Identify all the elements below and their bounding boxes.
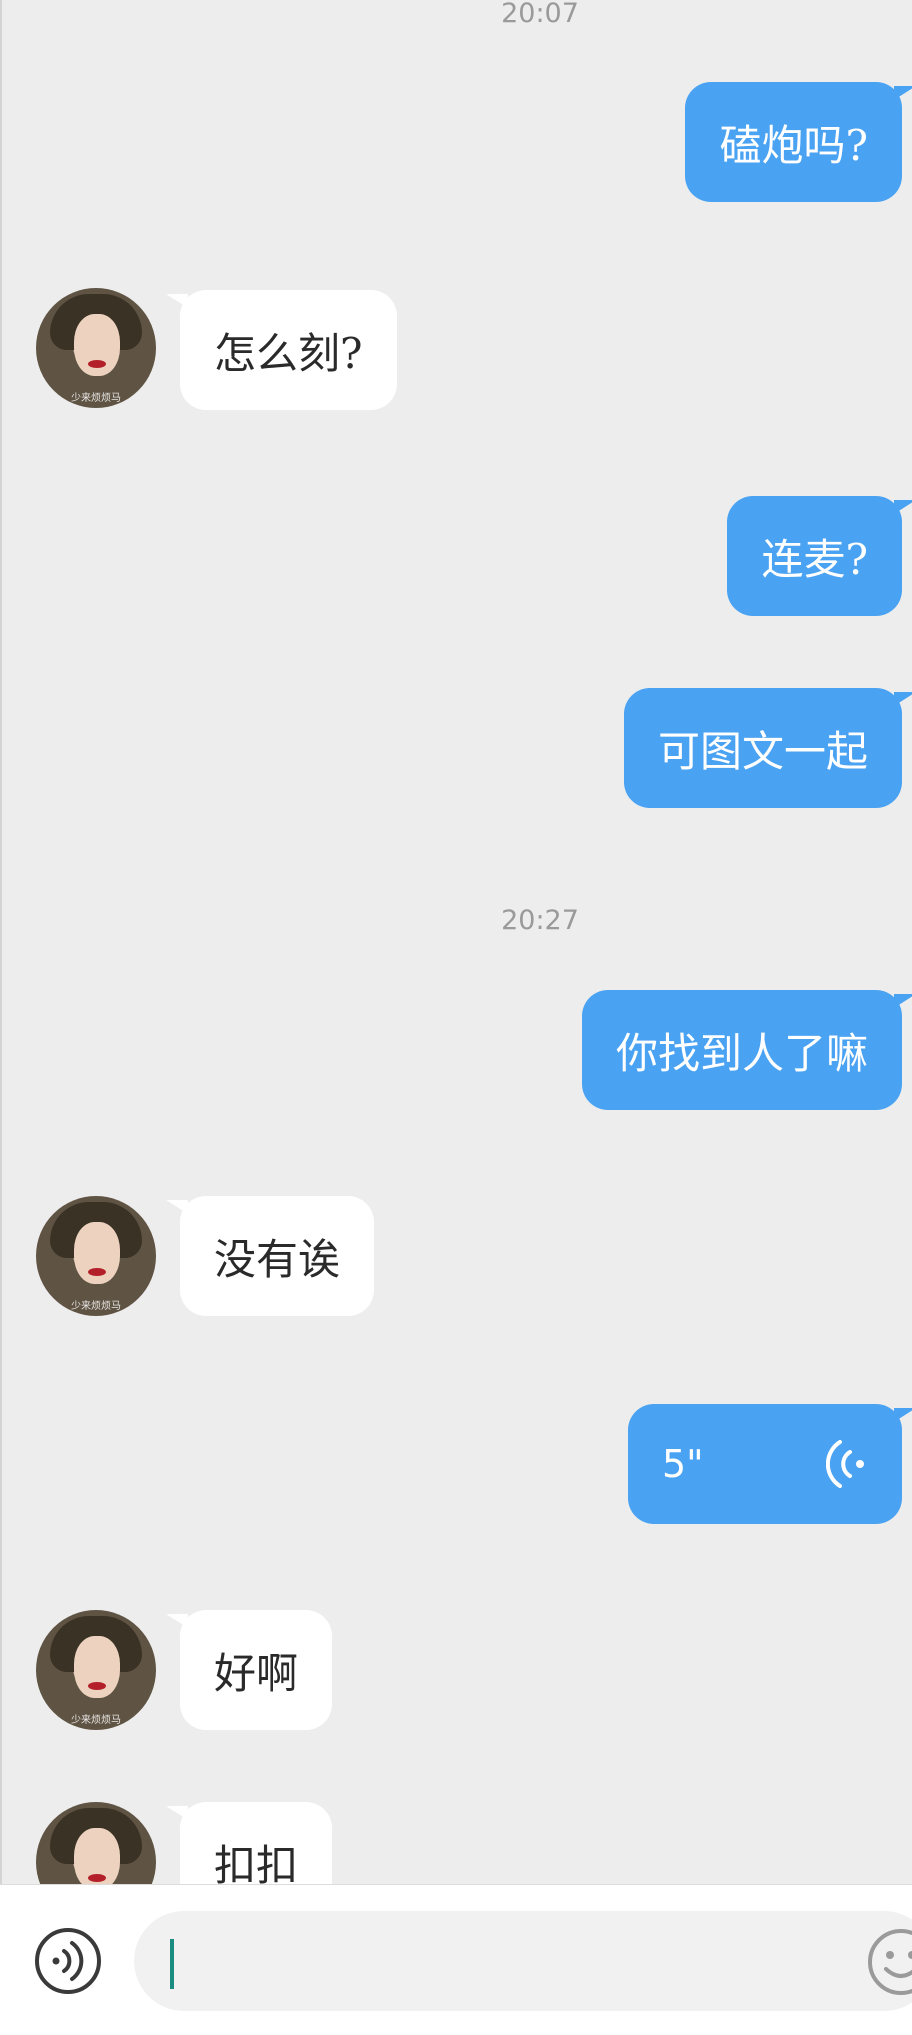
- message-text: 没有诶: [214, 1234, 341, 1284]
- contact-avatar[interactable]: 少来烦烦马: [36, 288, 156, 408]
- incoming-message[interactable]: 扣扣: [165, 1802, 333, 1885]
- contact-avatar[interactable]: [36, 1802, 156, 1884]
- voice-duration: 5": [662, 1442, 704, 1486]
- avatar-watermark: 少来烦烦马: [71, 393, 121, 404]
- outgoing-message[interactable]: 可图文一起: [623, 688, 912, 808]
- input-bar: [0, 1884, 912, 2035]
- incoming-message[interactable]: 没有诶: [165, 1196, 375, 1316]
- voice-wave-icon: [826, 1440, 864, 1488]
- voice-input-icon[interactable]: [34, 1927, 102, 1995]
- incoming-message[interactable]: 好啊: [165, 1610, 333, 1730]
- avatar-watermark: 少来烦烦马: [71, 1301, 121, 1312]
- message-text: 好啊: [214, 1648, 299, 1698]
- timestamp: 20:07: [501, 0, 579, 29]
- outgoing-voice-message[interactable]: 5": [628, 1404, 912, 1524]
- message-input[interactable]: [134, 1911, 912, 2011]
- outgoing-message[interactable]: 磕炮吗?: [685, 82, 912, 202]
- outgoing-message[interactable]: 你找到人了嘛: [581, 990, 912, 1110]
- text-caret: [170, 1939, 174, 1989]
- message-text: 可图文一起: [657, 726, 868, 776]
- message-text: 怎么刻?: [214, 328, 363, 378]
- timestamp: 20:27: [501, 905, 579, 936]
- incoming-message[interactable]: 怎么刻?: [166, 290, 397, 410]
- outgoing-message[interactable]: 连麦?: [727, 496, 912, 616]
- message-text: 扣扣: [214, 1840, 299, 1885]
- divider: [0, 0, 2, 1884]
- chat-message-list[interactable]: 20:07 磕炮吗? 少来烦烦马 怎么刻? 连麦? 可图文一起 20:27 你找…: [0, 0, 912, 1884]
- contact-avatar[interactable]: 少来烦烦马: [36, 1196, 156, 1316]
- avatar-watermark: 少来烦烦马: [71, 1715, 121, 1726]
- message-text: 连麦?: [761, 534, 868, 584]
- emoji-icon[interactable]: [866, 1927, 912, 1997]
- message-text: 你找到人了嘛: [615, 1028, 868, 1078]
- message-text: 磕炮吗?: [719, 120, 868, 170]
- contact-avatar[interactable]: 少来烦烦马: [36, 1610, 156, 1730]
